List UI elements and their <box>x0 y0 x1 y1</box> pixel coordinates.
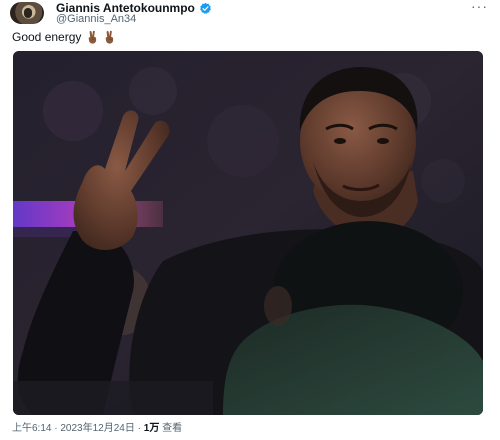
more-options-icon[interactable]: ··· <box>471 0 488 14</box>
avatar[interactable] <box>10 2 44 24</box>
tweet-card: Giannis Antetokounmpo @Giannis_An34 ··· … <box>0 0 500 440</box>
verified-badge-icon <box>199 2 211 14</box>
photo-image <box>13 51 483 415</box>
tweet-photo[interactable] <box>13 51 483 415</box>
victory-hand-emoji-icon <box>89 30 97 44</box>
tweet-meta: 上午6:14 · 2023年12月24日 · 1万 查看 <box>12 423 182 435</box>
author-handle[interactable]: @Giannis_An34 <box>56 13 136 26</box>
tweet-text-content: Good energy <box>12 30 82 44</box>
meta-separator: · <box>137 423 141 434</box>
tweet-time[interactable]: 上午6:14 <box>12 423 51 434</box>
tweet-header: Giannis Antetokounmpo @Giannis_An34 ··· <box>10 0 490 26</box>
victory-hand-emoji-icon <box>106 30 114 44</box>
meta-separator: · <box>54 423 58 434</box>
views-label: 查看 <box>162 423 183 434</box>
views-count[interactable]: 1万 <box>144 423 160 434</box>
tweet-text: Good energy <box>12 29 117 45</box>
tweet-date[interactable]: 2023年12月24日 <box>60 423 135 434</box>
